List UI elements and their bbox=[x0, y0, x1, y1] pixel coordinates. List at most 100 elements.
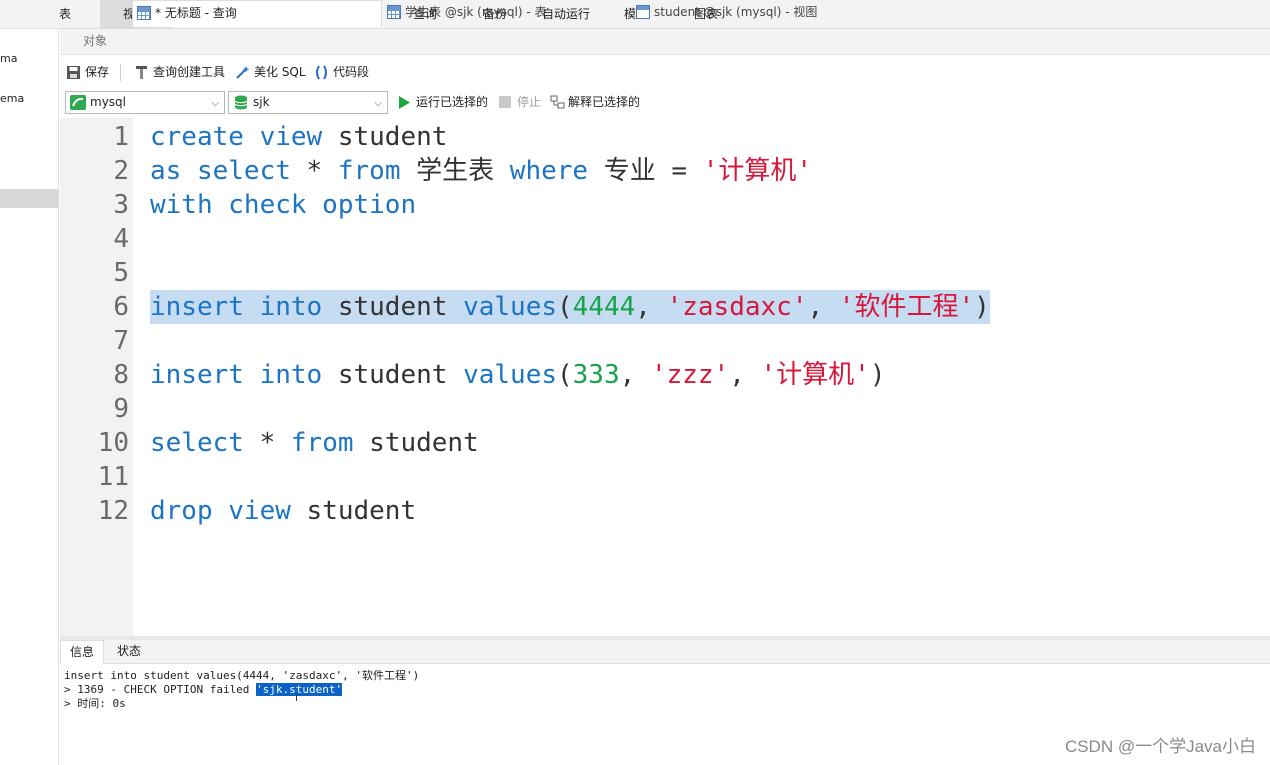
code-line[interactable]: with check option bbox=[150, 188, 416, 222]
tree-item-schema-1[interactable]: ma bbox=[0, 52, 17, 65]
stop-button[interactable]: 停止 bbox=[499, 94, 541, 111]
tab-message[interactable]: 信息 bbox=[60, 640, 105, 665]
code-line[interactable]: insert into student values(333, 'zzz', '… bbox=[150, 358, 886, 392]
save-button[interactable]: 保存 bbox=[66, 64, 109, 81]
run-selected-label: 运行已选择的 bbox=[416, 95, 489, 109]
code-token: insert into bbox=[150, 360, 323, 390]
result-tab-bar: 信息 状态 bbox=[60, 640, 1270, 665]
code-token: student bbox=[322, 360, 464, 390]
object-tree-panel: ma ema bbox=[0, 29, 59, 765]
code-line[interactable]: insert into student values(4444, 'zasdax… bbox=[150, 290, 990, 324]
tree-item-selected[interactable] bbox=[0, 189, 59, 208]
line-number: 3 bbox=[113, 190, 129, 220]
tab-objects[interactable]: 对象 bbox=[60, 29, 130, 55]
stop-icon bbox=[499, 96, 511, 108]
connection-selector-row: mysql ⌵ sjk ⌵ 运行已选择的 停止 解释已选择的 bbox=[60, 88, 1270, 118]
code-token: 专业 = bbox=[588, 156, 703, 186]
connection-select[interactable]: mysql ⌵ bbox=[65, 91, 225, 114]
query-builder-icon bbox=[136, 66, 147, 79]
line-number-gutter: 1 2 3 4 5 6 7 8 9 10 11 12 bbox=[60, 118, 133, 636]
code-token: ) bbox=[974, 292, 990, 322]
code-token: * bbox=[243, 428, 291, 458]
line-number: 8 bbox=[113, 360, 129, 390]
line-number: 10 bbox=[97, 428, 129, 458]
beautify-sql-label: 美化 SQL bbox=[254, 65, 306, 79]
code-token: student bbox=[290, 496, 417, 526]
chevron-down-icon: ⌵ bbox=[374, 98, 382, 109]
code-token: ( bbox=[557, 360, 573, 390]
output-line-statement: insert into student values(4444, 'zasdax… bbox=[64, 669, 420, 682]
code-line[interactable]: as select * from 学生表 where 专业 = '计算机' bbox=[150, 154, 812, 188]
code-token: , bbox=[619, 360, 651, 390]
code-token: as select bbox=[150, 156, 291, 186]
code-token: from bbox=[337, 156, 401, 186]
tab-student-table[interactable]: 学生表 @sjk (mysql) - 表 bbox=[383, 0, 631, 26]
code-token: student bbox=[322, 292, 464, 322]
code-token: '软件工程' bbox=[838, 292, 975, 322]
code-token: create view bbox=[150, 122, 323, 152]
code-token: select bbox=[150, 428, 244, 458]
line-number: 12 bbox=[97, 496, 129, 526]
code-token: drop view bbox=[150, 496, 291, 526]
connection-value: mysql bbox=[90, 95, 126, 109]
line-number: 9 bbox=[113, 394, 129, 424]
tab-label: student @sjk (mysql) - 视图 bbox=[654, 5, 818, 19]
query-builder-label: 查询创建工具 bbox=[153, 65, 226, 79]
code-token: student bbox=[353, 428, 479, 458]
code-token: insert into bbox=[150, 292, 323, 322]
database-value: sjk bbox=[253, 95, 270, 109]
code-line[interactable]: select * from student bbox=[150, 426, 479, 460]
code-token: 'zzz' bbox=[650, 360, 730, 390]
code-token: 4444 bbox=[572, 292, 636, 322]
run-selected-button[interactable]: 运行已选择的 bbox=[398, 94, 488, 111]
code-line[interactable]: drop view student bbox=[150, 494, 416, 528]
code-token: '计算机' bbox=[760, 360, 870, 390]
tree-item-schema-2[interactable]: ema bbox=[0, 92, 24, 105]
code-token: ( bbox=[557, 292, 573, 322]
explain-selected-label: 解释已选择的 bbox=[568, 95, 641, 109]
code-token: ) bbox=[869, 360, 886, 390]
tab-student-view[interactable]: student @sjk (mysql) - 视图 bbox=[632, 0, 880, 26]
table-icon bbox=[387, 5, 401, 19]
code-snippet-button[interactable]: 代码段 bbox=[314, 64, 369, 81]
code-token: * bbox=[290, 156, 338, 186]
code-token: , bbox=[635, 292, 667, 322]
code-token: student bbox=[322, 122, 448, 152]
error-message: > 1369 - CHECK OPTION failed bbox=[64, 683, 257, 696]
code-token: 333 bbox=[572, 360, 620, 390]
sql-editor[interactable]: 1 2 3 4 5 6 7 8 9 10 11 12 create view student as se… bbox=[60, 118, 1270, 636]
watermark: CSDN @一个学Java小白 bbox=[1064, 737, 1256, 756]
code-token: where bbox=[509, 156, 589, 186]
line-number: 1 bbox=[113, 122, 129, 152]
code-token: values bbox=[463, 292, 557, 322]
output-line-time: > 时间: 0s bbox=[64, 697, 126, 710]
parentheses-icon bbox=[316, 65, 327, 80]
code-token: , bbox=[729, 360, 761, 390]
explain-icon bbox=[550, 95, 565, 109]
tab-label: 学生表 @sjk (mysql) - 表 bbox=[405, 5, 547, 19]
stop-label: 停止 bbox=[517, 95, 542, 109]
editor-toolbar: 保存 查询创建工具 美化 SQL 代码段 bbox=[60, 56, 1270, 88]
line-number: 6 bbox=[113, 292, 129, 322]
code-snippet-label: 代码段 bbox=[333, 65, 370, 79]
line-number: 7 bbox=[113, 326, 129, 356]
code-token: from bbox=[290, 428, 354, 458]
save-label: 保存 bbox=[85, 65, 110, 79]
play-icon bbox=[399, 96, 410, 109]
chevron-down-icon: ⌵ bbox=[211, 98, 219, 109]
query-grid-icon bbox=[137, 6, 151, 20]
line-number: 4 bbox=[113, 224, 129, 254]
view-icon bbox=[636, 5, 650, 19]
beautify-sql-button[interactable]: 美化 SQL bbox=[235, 64, 306, 81]
explain-selected-button[interactable]: 解释已选择的 bbox=[550, 94, 640, 111]
magic-wand-icon bbox=[236, 66, 250, 79]
code-line[interactable]: create view student bbox=[150, 120, 447, 154]
line-number: 11 bbox=[97, 462, 129, 492]
tab-untitled-query[interactable]: * 无标题 - 查询 bbox=[132, 0, 382, 27]
menu-table[interactable]: 表 bbox=[50, 0, 80, 29]
tab-status[interactable]: 状态 bbox=[108, 640, 150, 664]
code-token: 学生表 bbox=[400, 156, 510, 186]
save-icon bbox=[67, 66, 80, 79]
query-builder-button[interactable]: 查询创建工具 bbox=[134, 64, 225, 81]
database-select[interactable]: sjk ⌵ bbox=[228, 91, 388, 114]
